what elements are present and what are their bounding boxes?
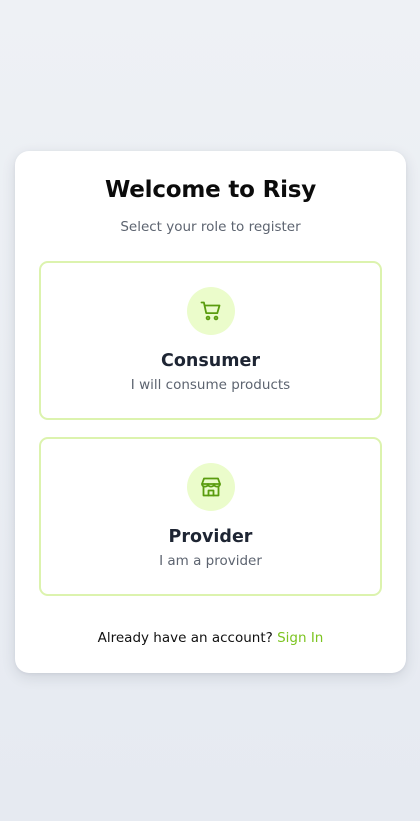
role-description-provider: I am a provider [159, 553, 262, 569]
signin-link[interactable]: Sign In [277, 630, 323, 646]
signin-footer: Already have an account? Sign In [15, 630, 406, 646]
signin-prompt: Already have an account? [97, 630, 278, 646]
shopping-cart-icon [186, 287, 235, 335]
role-option-consumer[interactable]: Consumer I will consume products [39, 261, 382, 420]
store-icon [186, 463, 235, 511]
role-description-consumer: I will consume products [130, 377, 291, 393]
role-title-consumer: Consumer [161, 351, 260, 371]
page-subtitle: Select your role to register [120, 219, 301, 235]
role-title-provider: Provider [168, 527, 253, 547]
register-card: Welcome to Risy Select your role to regi… [15, 151, 406, 673]
role-option-provider[interactable]: Provider I am a provider [39, 437, 382, 596]
page-title: Welcome to Risy [104, 177, 317, 203]
